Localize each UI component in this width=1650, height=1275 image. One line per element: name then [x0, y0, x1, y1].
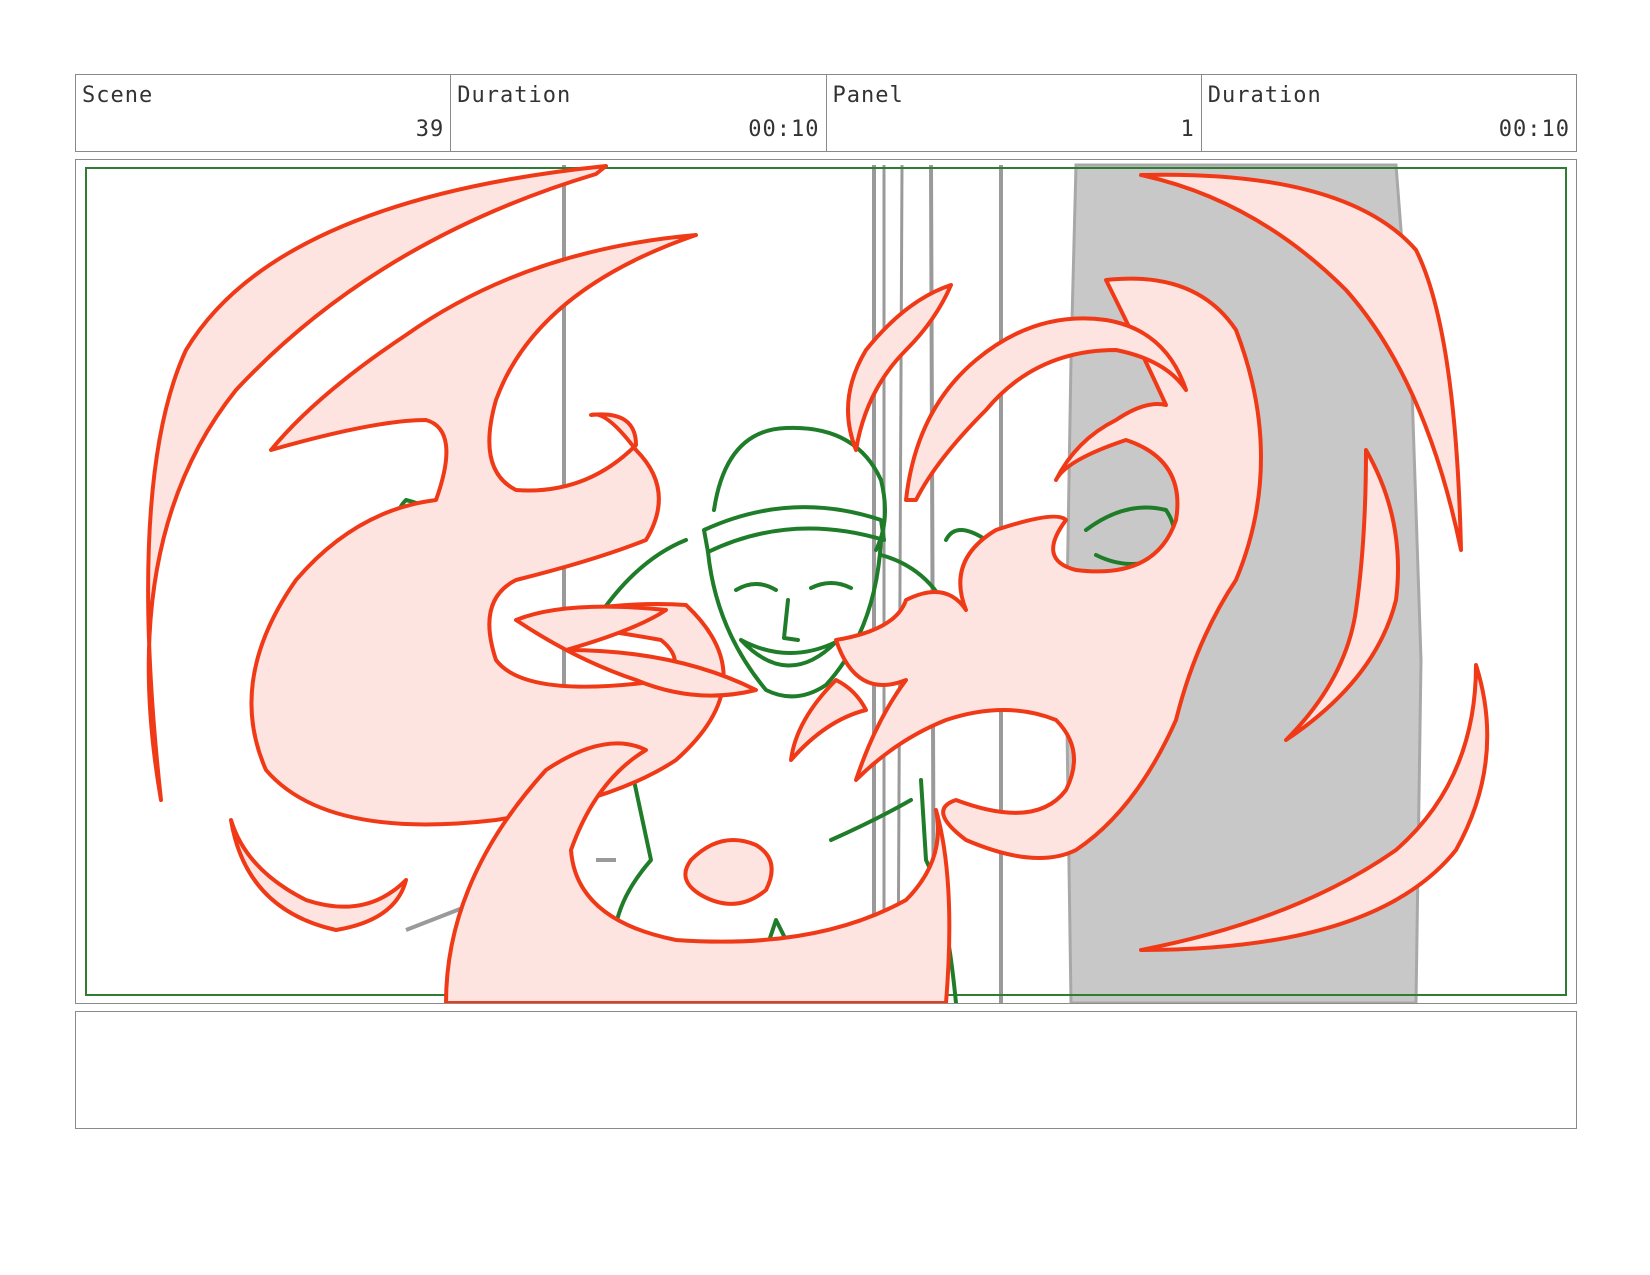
- scene-number[interactable]: 39: [416, 117, 445, 142]
- storyboard-header: Scene 39 Duration 00:10 Panel 1 Duration…: [75, 74, 1577, 152]
- scene-duration-cell: Duration 00:10: [451, 75, 827, 151]
- scene-duration-label: Duration: [457, 83, 572, 108]
- flame-center-right-tongue: [789, 678, 868, 762]
- background-line: [896, 164, 904, 1003]
- storyboard-panel[interactable]: [75, 159, 1577, 1004]
- flame-left-arm: [249, 233, 726, 827]
- panel-drawing: [85, 163, 1567, 1003]
- character-eye-right: [809, 581, 853, 590]
- panel-duration-value[interactable]: 00:10: [1499, 117, 1570, 142]
- panel-number[interactable]: 1: [1181, 117, 1195, 142]
- character-mouth: [739, 638, 838, 668]
- panel-duration-label: Duration: [1207, 83, 1322, 108]
- scene-cell: Scene 39: [76, 75, 452, 151]
- character-headband: [702, 505, 886, 554]
- scene-label: Scene: [82, 83, 154, 108]
- character-nose: [782, 598, 800, 642]
- panel-label: Panel: [832, 83, 904, 108]
- flame-small-oval: [683, 838, 774, 906]
- panel-cell: Panel 1: [827, 75, 1202, 151]
- panel-duration-cell: Duration 00:10: [1202, 75, 1576, 151]
- flame-left-lower: [229, 818, 408, 932]
- character-head: [712, 425, 887, 552]
- panel-notes-box[interactable]: [75, 1011, 1577, 1129]
- scene-duration-value[interactable]: 00:10: [748, 117, 819, 142]
- character-eye-left: [734, 582, 778, 592]
